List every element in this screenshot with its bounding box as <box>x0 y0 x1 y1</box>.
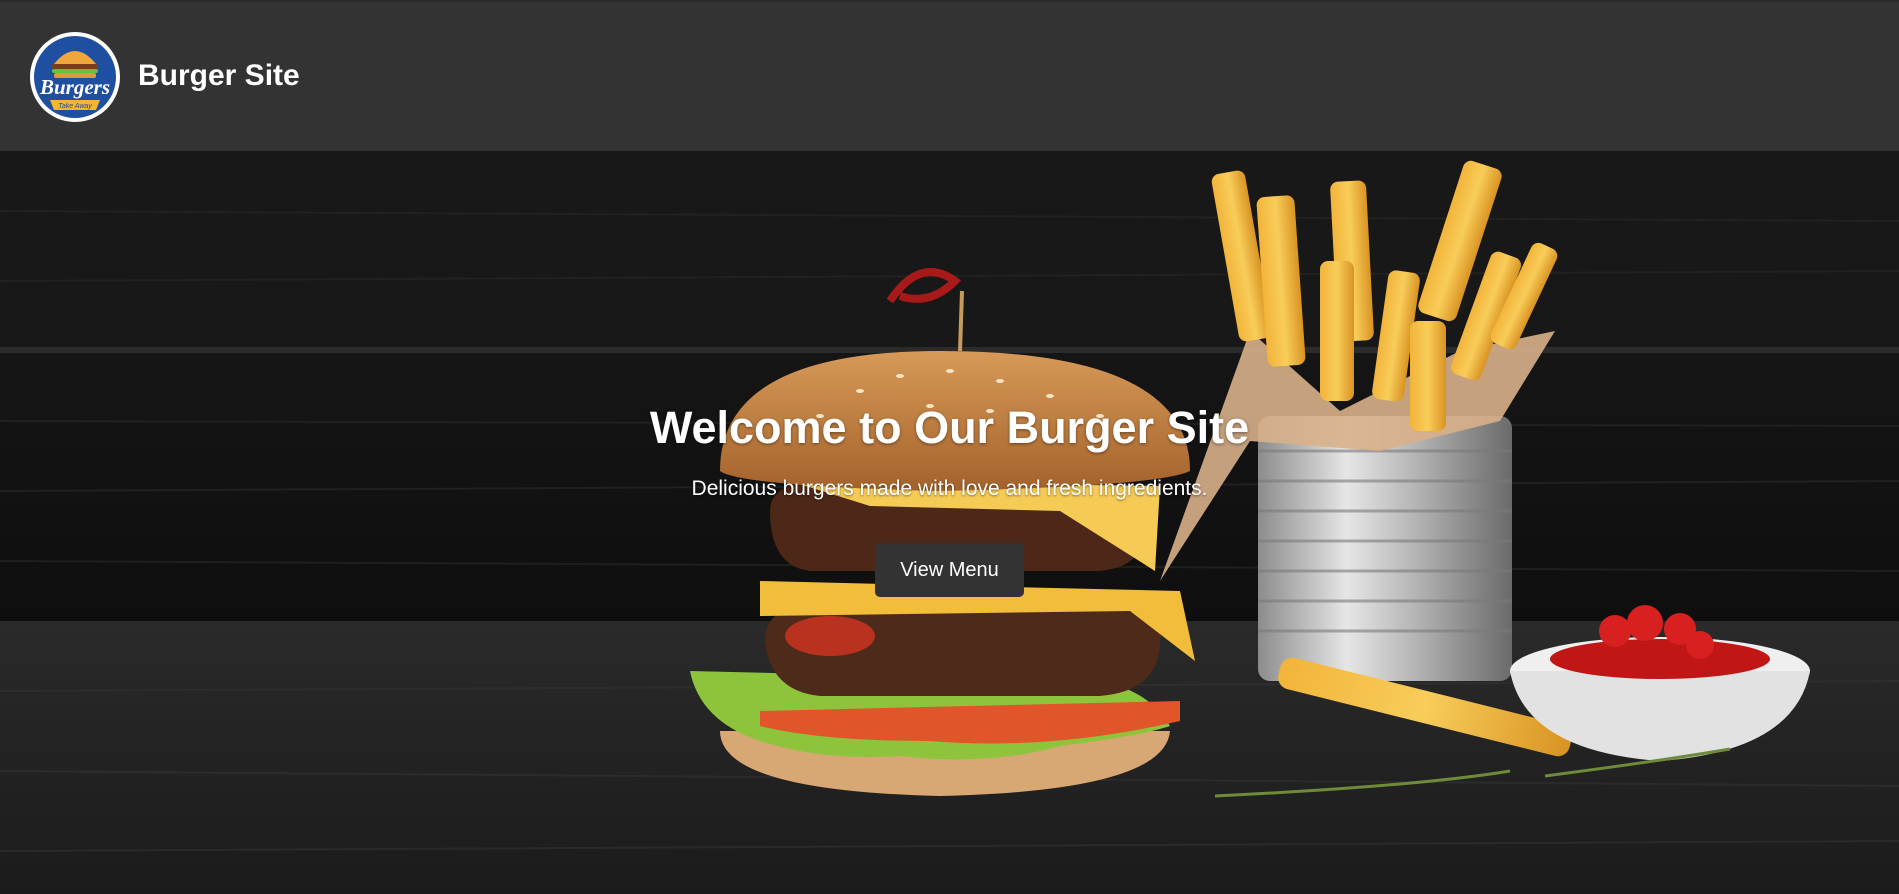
hero-background-image <box>0 151 1899 894</box>
hero-section: Welcome to Our Burger Site Delicious bur… <box>0 151 1899 894</box>
svg-text:Take Away: Take Away <box>58 103 92 110</box>
site-title[interactable]: Burger Site <box>138 56 300 96</box>
view-menu-button[interactable]: View Menu <box>875 543 1024 597</box>
burger-logo-icon[interactable]: Burgers Take Away <box>28 30 122 124</box>
hero-heading: Welcome to Our Burger Site <box>649 402 1250 453</box>
svg-text:Burgers: Burgers <box>39 75 110 99</box>
site-header: Burgers Take Away Burger Site <box>0 0 1899 151</box>
hero-subheading: Delicious burgers made with love and fre… <box>691 477 1208 500</box>
